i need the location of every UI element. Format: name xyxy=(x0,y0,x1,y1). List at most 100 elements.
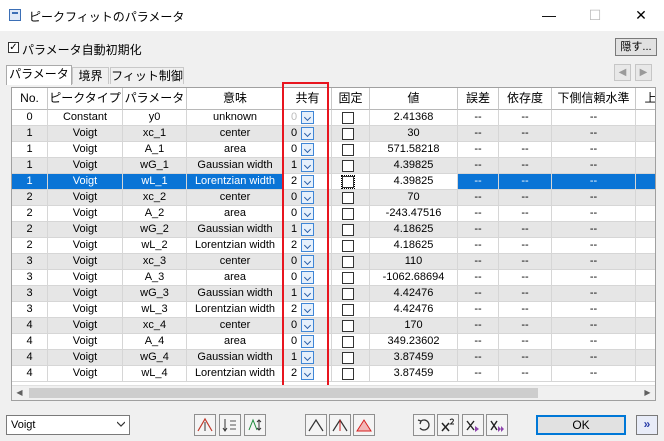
cell-fixed[interactable] xyxy=(332,142,370,158)
header-parameter[interactable]: パラメータ xyxy=(123,88,187,110)
fixed-checkbox[interactable] xyxy=(342,240,354,252)
hide-button[interactable]: 隠す... xyxy=(615,38,657,56)
cell-fixed[interactable] xyxy=(332,190,370,206)
cell-fixed[interactable] xyxy=(332,270,370,286)
cell-fixed[interactable] xyxy=(332,126,370,142)
fit-until-converged-tool[interactable] xyxy=(486,414,508,436)
tab-bounds[interactable]: 境界 xyxy=(72,67,109,84)
table-row[interactable]: 1 Voigt xc_1 center 0 30 -- -- -- xyxy=(12,126,655,142)
peak-marker-tool[interactable] xyxy=(329,414,351,436)
cell-value[interactable]: 349.23602 xyxy=(370,334,458,350)
fixed-checkbox[interactable] xyxy=(342,368,354,380)
fixed-checkbox[interactable] xyxy=(342,128,354,140)
share-dropdown-icon[interactable] xyxy=(301,239,314,252)
header-meaning[interactable]: 意味 xyxy=(187,88,284,110)
horizontal-scrollbar[interactable]: ◀ ▶ xyxy=(12,385,655,400)
cell-fixed[interactable] xyxy=(332,206,370,222)
table-row[interactable]: 2 Voigt wG_2 Gaussian width 1 4.18625 -- -- -- xyxy=(12,222,655,238)
cell-fixed[interactable] xyxy=(332,110,370,126)
cell-value[interactable]: 30 xyxy=(370,126,458,142)
cell-share[interactable]: 1 xyxy=(284,350,332,366)
cell-share[interactable]: 0 xyxy=(284,270,332,286)
table-row[interactable]: 3 Voigt wG_3 Gaussian width 1 4.42476 -- -- -- xyxy=(12,286,655,302)
undo-tool[interactable] xyxy=(413,414,435,436)
fixed-checkbox[interactable] xyxy=(341,175,355,189)
cell-value[interactable]: 2.41368 xyxy=(370,110,458,126)
cell-share[interactable]: 1 xyxy=(284,286,332,302)
share-dropdown-icon[interactable] xyxy=(301,271,314,284)
cell-fixed[interactable] xyxy=(332,302,370,318)
minimize-button[interactable]: — xyxy=(526,0,572,31)
peak-fill-tool[interactable] xyxy=(353,414,375,436)
cell-fixed[interactable] xyxy=(332,254,370,270)
share-dropdown-icon[interactable] xyxy=(301,367,314,380)
cell-share[interactable]: 2 xyxy=(284,302,332,318)
cell-share[interactable]: 1 xyxy=(284,158,332,174)
peak-shape-tool[interactable] xyxy=(305,414,327,436)
share-dropdown-icon[interactable] xyxy=(301,335,314,348)
share-dropdown-icon[interactable] xyxy=(301,319,314,332)
cell-share[interactable]: 0 xyxy=(284,126,332,142)
share-dropdown-icon[interactable] xyxy=(301,127,314,140)
table-row[interactable]: 0 Constant y0 unknown 0 2.41368 -- -- -- xyxy=(12,110,655,126)
table-row[interactable]: 1 Voigt wL_1 Lorentzian width 2 4.39825 -- -- -- xyxy=(12,174,655,190)
chi-square-tool[interactable] xyxy=(437,414,459,436)
cell-fixed[interactable] xyxy=(332,238,370,254)
cell-fixed[interactable] xyxy=(332,318,370,334)
table-row[interactable]: 1 Voigt wG_1 Gaussian width 1 4.39825 -- -- -- xyxy=(12,158,655,174)
peak-type-select[interactable]: Voigt xyxy=(6,415,130,435)
cell-fixed[interactable] xyxy=(332,174,370,190)
table-row[interactable]: 4 Voigt A_4 area 0 349.23602 -- -- -- xyxy=(12,334,655,350)
cell-fixed[interactable] xyxy=(332,286,370,302)
cell-value[interactable]: 4.39825 xyxy=(370,174,458,190)
share-dropdown-icon[interactable] xyxy=(301,111,314,124)
share-dropdown-icon[interactable] xyxy=(301,303,314,316)
cell-share[interactable]: 0 xyxy=(284,142,332,158)
fixed-checkbox[interactable] xyxy=(342,288,354,300)
cell-value[interactable]: -243.47516 xyxy=(370,206,458,222)
header-no[interactable]: No. xyxy=(12,88,48,110)
header-fixed[interactable]: 固定 xyxy=(332,88,370,110)
fixed-checkbox[interactable] xyxy=(342,208,354,220)
cell-value[interactable]: 4.42476 xyxy=(370,302,458,318)
cell-fixed[interactable] xyxy=(332,350,370,366)
share-dropdown-icon[interactable] xyxy=(301,207,314,220)
cell-share[interactable]: 2 xyxy=(284,174,332,190)
cell-value[interactable]: 4.39825 xyxy=(370,158,458,174)
cell-value[interactable]: 4.18625 xyxy=(370,238,458,254)
cell-share[interactable]: 0 xyxy=(284,110,332,126)
cell-value[interactable]: 3.87459 xyxy=(370,350,458,366)
fixed-checkbox[interactable] xyxy=(342,304,354,316)
table-row[interactable]: 2 Voigt xc_2 center 0 70 -- -- -- xyxy=(12,190,655,206)
expand-icon[interactable]: » xyxy=(636,415,658,435)
auto-init-checkbox[interactable]: ✓ xyxy=(8,42,19,53)
cell-value[interactable]: 110 xyxy=(370,254,458,270)
table-row[interactable]: 2 Voigt A_2 area 0 -243.47516 -- -- -- xyxy=(12,206,655,222)
share-dropdown-icon[interactable] xyxy=(301,223,314,236)
tab-parameters[interactable]: パラメータ xyxy=(6,65,72,85)
cell-value[interactable]: 70 xyxy=(370,190,458,206)
cell-value[interactable]: -1062.68694 xyxy=(370,270,458,286)
header-error[interactable]: 誤差 xyxy=(458,88,499,110)
cell-share[interactable]: 0 xyxy=(284,190,332,206)
table-row[interactable]: 3 Voigt wL_3 Lorentzian width 2 4.42476 -- -- -- xyxy=(12,302,655,318)
table-row[interactable]: 1 Voigt A_1 area 0 571.58218 -- -- -- xyxy=(12,142,655,158)
header-upper[interactable]: 上 xyxy=(636,88,655,110)
fixed-checkbox[interactable] xyxy=(342,320,354,332)
cell-fixed[interactable] xyxy=(332,366,370,382)
maximize-button[interactable]: ☐ xyxy=(572,0,618,31)
cell-share[interactable]: 0 xyxy=(284,334,332,350)
share-dropdown-icon[interactable] xyxy=(301,143,314,156)
share-dropdown-icon[interactable] xyxy=(301,255,314,268)
cell-fixed[interactable] xyxy=(332,334,370,350)
fixed-checkbox[interactable] xyxy=(342,160,354,172)
table-row[interactable]: 4 Voigt wL_4 Lorentzian width 2 3.87459 -- -- -- xyxy=(12,366,655,382)
cell-share[interactable]: 0 xyxy=(284,318,332,334)
header-value[interactable]: 値 xyxy=(370,88,458,110)
header-lower-confidence[interactable]: 下側信頼水準 xyxy=(552,88,636,110)
share-dropdown-icon[interactable] xyxy=(301,159,314,172)
header-share[interactable]: 共有 xyxy=(284,88,332,110)
cell-share[interactable]: 2 xyxy=(284,238,332,254)
cell-share[interactable]: 2 xyxy=(284,366,332,382)
share-dropdown-icon[interactable] xyxy=(301,191,314,204)
